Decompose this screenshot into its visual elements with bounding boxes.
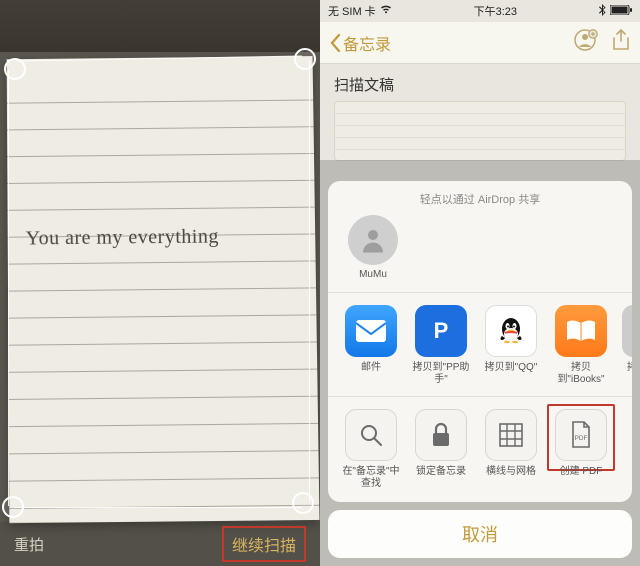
crop-handle-br[interactable] (292, 492, 314, 514)
avatar (348, 215, 398, 265)
wifi-icon (380, 5, 392, 17)
action-label: 在"备忘录"中查找 (342, 466, 400, 490)
cancel-label: 取消 (462, 521, 498, 547)
app-row: 邮件 P 拷贝到"PP助手" 拷贝到"QQ" (328, 293, 632, 386)
share-app-more[interactable]: 拷 (622, 305, 632, 386)
share-app-pp[interactable]: P 拷贝到"PP助手" (412, 305, 470, 386)
crop-handle-tl[interactable] (4, 58, 26, 80)
action-label: 锁定备忘录 (412, 466, 470, 490)
cancel-button[interactable]: 取消 (328, 510, 632, 558)
note-title: 扫描文稿 (320, 64, 640, 101)
app-label: 拷贝到"iBooks" (552, 362, 610, 386)
clock-text: 下午3:23 (474, 3, 517, 19)
status-bar: 无 SIM 卡 下午3:23 (320, 0, 640, 22)
pp-icon: P (415, 305, 467, 357)
share-sheet: 轻点以通过 AirDrop 共享 MuMu 邮件 (328, 181, 632, 558)
app-icon (622, 305, 632, 357)
scanner-view: You are my everything 重拍 继续扫描 (0, 0, 320, 566)
pdf-icon: PDF (555, 409, 607, 461)
continue-scan-button[interactable]: 继续扫描 (222, 526, 306, 562)
action-create-pdf[interactable]: PDF 创建 PDF (552, 409, 610, 490)
add-person-icon[interactable] (574, 28, 598, 57)
share-app-ibooks[interactable]: 拷贝到"iBooks" (552, 305, 610, 386)
share-app-qq[interactable]: 拷贝到"QQ" (482, 305, 540, 386)
carrier-text: 无 SIM 卡 (328, 3, 376, 19)
action-lines-grids[interactable]: 横线与网格 (482, 409, 540, 490)
bluetooth-icon (599, 4, 606, 19)
contact-name: MuMu (342, 269, 404, 280)
crop-edge (14, 507, 302, 508)
app-label: 拷 (622, 362, 632, 386)
note-thumbnail[interactable] (334, 101, 626, 161)
nav-bar: 备忘录 (320, 22, 640, 64)
lock-icon (415, 409, 467, 461)
scanner-toolbar: 重拍 继续扫描 (0, 522, 320, 566)
action-find-in-notes[interactable]: 在"备忘录"中查找 (342, 409, 400, 490)
chevron-left-icon (330, 34, 341, 52)
mail-icon (345, 305, 397, 357)
retake-button[interactable]: 重拍 (14, 534, 44, 555)
search-icon (345, 409, 397, 461)
qq-icon (485, 305, 537, 357)
crop-edge (309, 60, 310, 502)
ibooks-icon (555, 305, 607, 357)
share-panel: 轻点以通过 AirDrop 共享 MuMu 邮件 (328, 181, 632, 502)
share-app-mail[interactable]: 邮件 (342, 305, 400, 386)
paper-lines (7, 74, 320, 523)
battery-icon (610, 5, 632, 18)
share-icon[interactable] (612, 29, 630, 56)
action-label: 创建 PDF (552, 466, 610, 490)
camera-background (0, 0, 320, 52)
action-row: 在"备忘录"中查找 锁定备忘录 横线与网格 (328, 396, 632, 490)
app-label: 邮件 (342, 362, 400, 386)
svg-text:PDF: PDF (575, 435, 588, 442)
airdrop-contact[interactable]: MuMu (342, 215, 404, 280)
crop-edge (8, 70, 9, 506)
back-label: 备忘录 (343, 31, 391, 55)
scanned-paper: You are my everything (7, 56, 320, 523)
grid-icon (485, 409, 537, 461)
back-button[interactable]: 备忘录 (330, 31, 391, 55)
action-label: 横线与网格 (482, 466, 540, 490)
airdrop-row: MuMu (328, 215, 632, 293)
notes-app: 无 SIM 卡 下午3:23 备忘录 (320, 0, 640, 566)
airdrop-hint: 轻点以通过 AirDrop 共享 (328, 191, 632, 207)
app-label: 拷贝到"QQ" (482, 362, 540, 386)
action-lock-note[interactable]: 锁定备忘录 (412, 409, 470, 490)
app-label: 拷贝到"PP助手" (412, 362, 470, 386)
crop-handle-bl[interactable] (2, 496, 24, 518)
crop-handle-tr[interactable] (294, 48, 316, 70)
handwriting-text: You are my everything (26, 226, 219, 251)
